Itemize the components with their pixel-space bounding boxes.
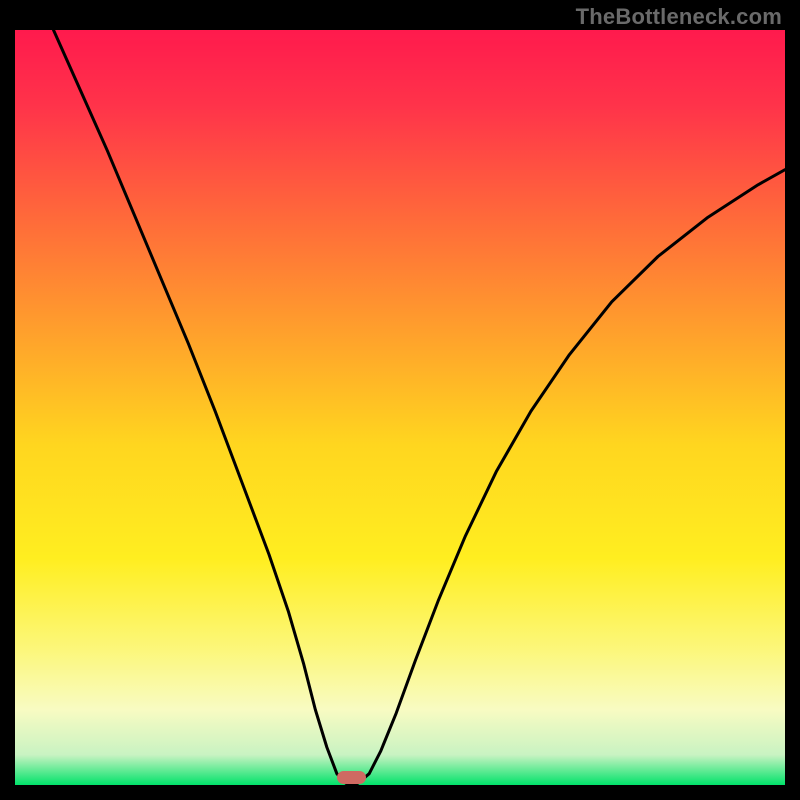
plot-area — [15, 30, 785, 785]
bottleneck-curve — [15, 30, 785, 785]
optimum-marker — [337, 771, 366, 785]
chart-frame: TheBottleneck.com — [0, 0, 800, 800]
bottleneck-curve-path — [54, 30, 786, 783]
watermark-text: TheBottleneck.com — [576, 4, 782, 30]
